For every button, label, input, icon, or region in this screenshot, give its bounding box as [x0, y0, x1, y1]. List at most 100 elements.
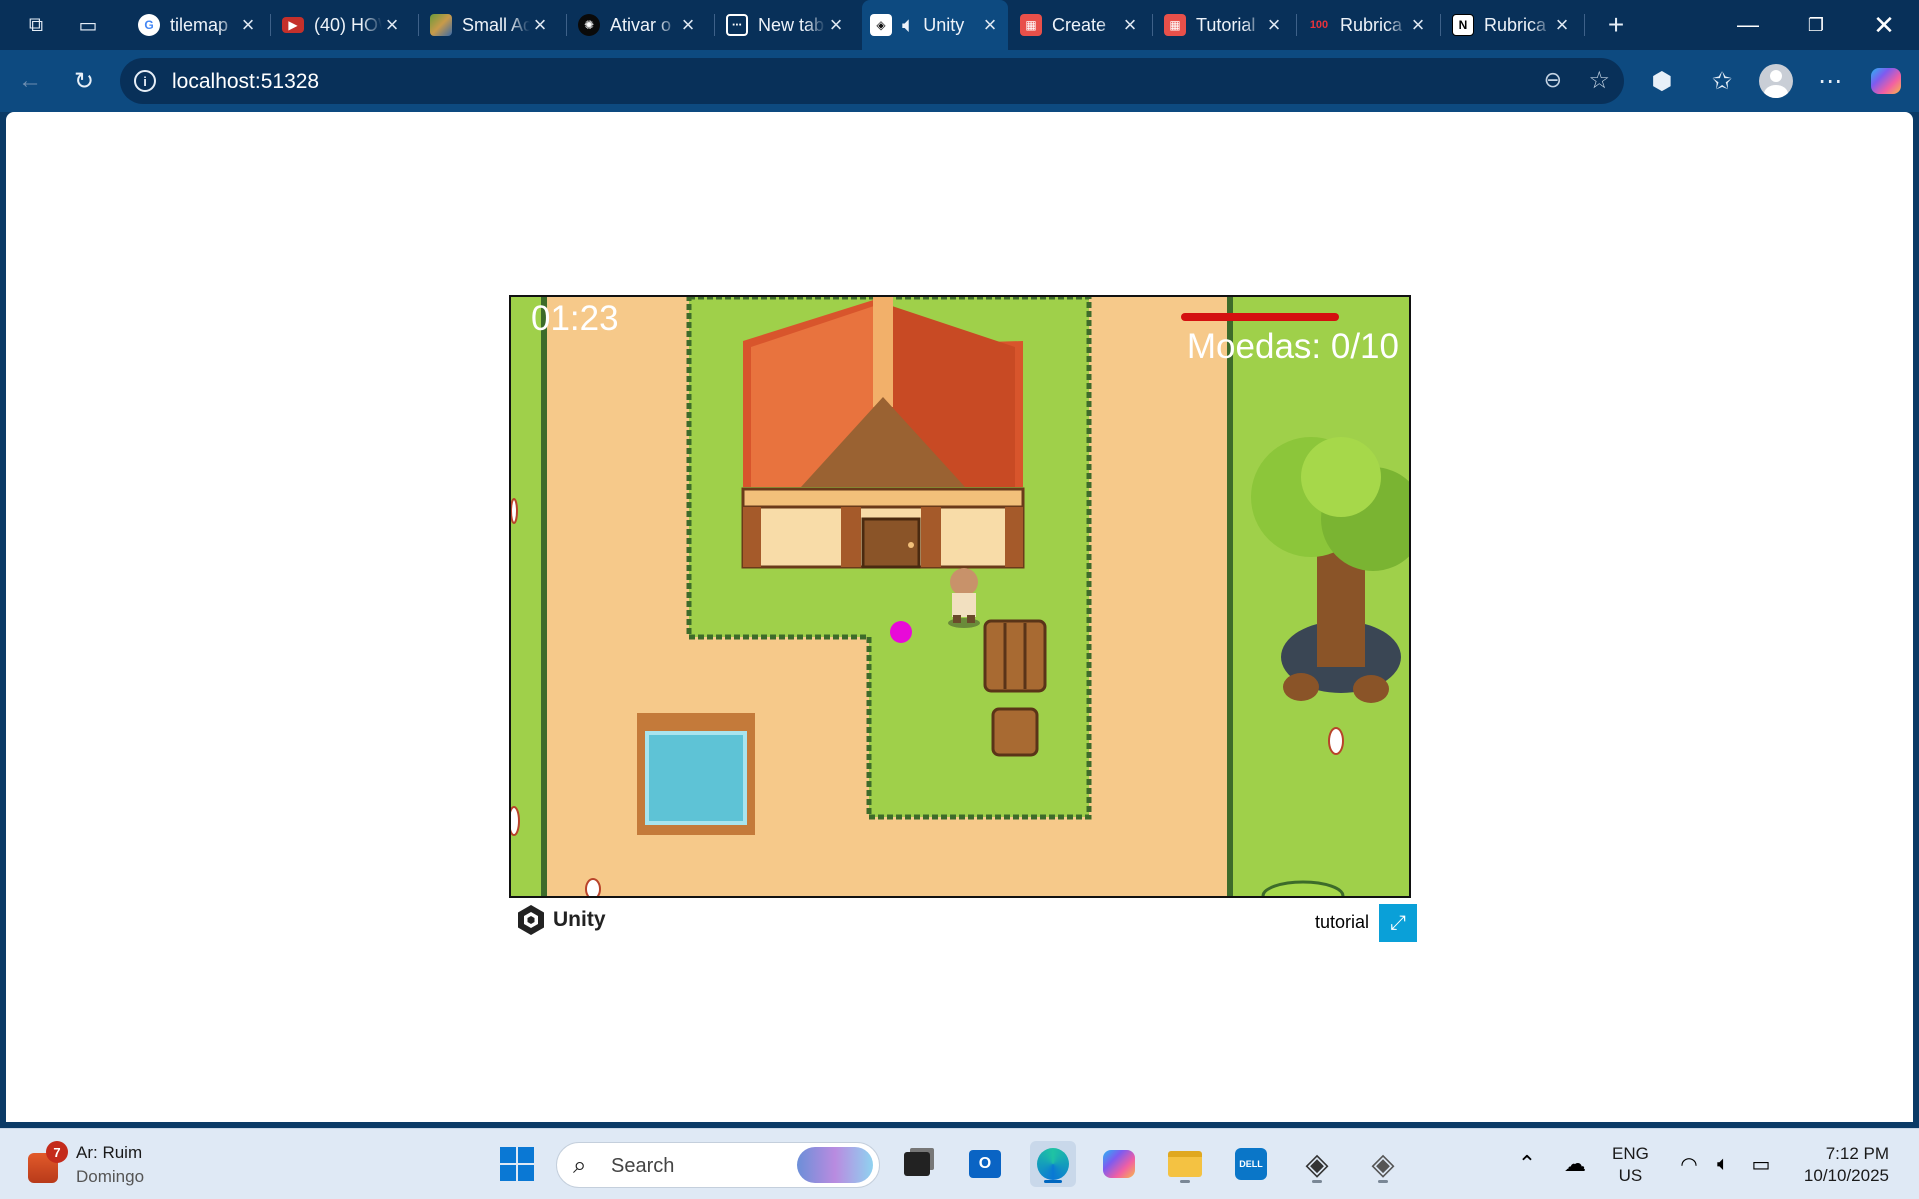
coin-counter: Moedas: 0/10 — [1186, 327, 1399, 366]
page-content: 01:23 Moedas: 0/10 Unity tutorial ⤢ — [6, 112, 1913, 1122]
close-icon[interactable]: × — [382, 12, 402, 38]
game-scene — [511, 297, 1409, 896]
tab-rubrica-1[interactable]: 100 Rubrica × — [1300, 6, 1436, 44]
tab-chatgpt[interactable]: ✺ Ativar o × — [570, 6, 706, 44]
build-title: tutorial — [1314, 912, 1369, 932]
unity-logo-icon — [518, 905, 544, 935]
input-language[interactable]: ENG US — [1612, 1143, 1649, 1187]
tab-new-tab[interactable]: ⋯ New tab × — [718, 6, 854, 44]
store-icon: ▦ — [1164, 14, 1186, 36]
outlook-icon[interactable]: O — [962, 1141, 1008, 1187]
close-window-icon[interactable]: ✕ — [1850, 0, 1918, 50]
tab-title: Create — [1052, 14, 1107, 35]
unity-editor-icon[interactable]: ◈ — [1360, 1141, 1406, 1187]
unity-footer: Unity tutorial ⤢ — [509, 902, 1417, 942]
restore-icon[interactable]: ❐ — [1782, 0, 1850, 50]
new-tab-plus-icon[interactable]: + — [1598, 8, 1634, 42]
tab-small-adventure[interactable]: Small Adventure × — [422, 6, 558, 44]
vertical-tabs-icon[interactable]: ▭ — [70, 8, 106, 42]
fullscreen-button[interactable]: ⤢ — [1379, 904, 1417, 942]
clock-time: 7:12 PM — [1825, 1144, 1889, 1163]
tab-title: Small Adventure — [462, 14, 530, 35]
more-options-icon[interactable]: ⋯ — [1810, 61, 1850, 101]
close-icon[interactable]: × — [1120, 12, 1140, 38]
close-icon[interactable]: × — [826, 12, 846, 38]
search-placeholder: Search — [611, 1155, 675, 1177]
tab-title: New tab — [758, 14, 825, 35]
stump — [991, 707, 1039, 757]
navigation-bar: ← ↻ i localhost:51328 ⊖ ☆ ⬢ ✩ ⋯ — [0, 50, 1919, 112]
pond — [645, 731, 747, 825]
minimize-icon[interactable]: — — [1714, 0, 1782, 50]
close-icon[interactable]: × — [530, 12, 550, 38]
tab-youtube[interactable]: ▶ (40) HOW × — [274, 6, 410, 44]
tab-rubrica-2[interactable]: N Rubrica × — [1444, 6, 1580, 44]
speaker-icon[interactable]: 🔈︎ — [902, 12, 915, 38]
system-clock[interactable]: 7:12 PM 10/10/2025 — [1804, 1143, 1889, 1187]
game-timer: 01:23 — [531, 299, 619, 338]
new-tab-icon: ⋯ — [726, 14, 748, 36]
extensions-icon[interactable]: ⬢ — [1642, 61, 1682, 101]
log-pile — [983, 619, 1047, 693]
air-quality-icon: 7 — [28, 1141, 68, 1183]
show-hidden-icons-chevron-up-icon[interactable]: ⌃ — [1504, 1141, 1550, 1187]
health-bar — [1181, 313, 1339, 321]
dell-icon[interactable]: DELL — [1228, 1141, 1274, 1187]
hundred-icon: 100 — [1309, 19, 1329, 31]
tab-title: Rubrica — [1484, 14, 1547, 35]
zoom-icon[interactable]: ⊖ — [1544, 67, 1562, 93]
tab-bar: ⧉ ▭ G tilemap × ▶ (40) HOW × Small Adven… — [0, 0, 1919, 50]
close-icon[interactable]: × — [980, 12, 1000, 38]
address-text[interactable]: localhost:51328 — [172, 70, 319, 94]
tab-unity-active[interactable]: ◈ 🔈︎ Unity × — [862, 0, 1008, 50]
tab-create[interactable]: ▦ Create × — [1012, 6, 1148, 44]
copilot-icon[interactable] — [1866, 61, 1906, 101]
tab-title: Ativar o — [610, 14, 672, 35]
close-icon[interactable]: × — [238, 12, 258, 38]
game-canvas[interactable]: 01:23 Moedas: 0/10 — [509, 295, 1411, 898]
tab-title: (40) HOW — [314, 14, 382, 35]
notification-badge: 7 — [46, 1141, 68, 1163]
tab-tilemap[interactable]: G tilemap × — [130, 6, 266, 44]
close-icon[interactable]: × — [1408, 12, 1428, 38]
weather-subtitle: Domingo — [76, 1167, 145, 1186]
notion-icon: N — [1452, 14, 1474, 36]
close-icon[interactable]: × — [678, 12, 698, 38]
image-icon — [430, 14, 452, 36]
edge-icon[interactable] — [1030, 1141, 1076, 1187]
search-icon: ⌕ — [573, 1152, 587, 1179]
tab-tutorial[interactable]: ▦ Tutorial × — [1156, 6, 1292, 44]
site-info-icon[interactable]: i — [134, 70, 156, 92]
unity-logo-text: Unity — [553, 908, 606, 931]
clock-date: 10/10/2025 — [1803, 1166, 1889, 1185]
close-icon[interactable]: × — [1264, 12, 1284, 38]
unity-icon: ◈ — [870, 14, 892, 36]
file-explorer-icon[interactable] — [1162, 1141, 1208, 1187]
close-icon[interactable]: × — [1552, 12, 1572, 38]
refresh-icon[interactable]: ↻ — [64, 61, 104, 101]
tab-title: Rubrica — [1340, 14, 1403, 35]
favorite-star-icon[interactable]: ☆ — [1588, 66, 1610, 95]
openai-icon: ✺ — [578, 14, 600, 36]
profile-avatar[interactable] — [1756, 61, 1796, 101]
tab-title: Unity — [923, 14, 965, 35]
favorites-icon[interactable]: ✩ — [1702, 61, 1742, 101]
google-icon: G — [138, 14, 160, 36]
taskbar-search[interactable]: ⌕ Search — [556, 1142, 880, 1188]
start-button[interactable] — [494, 1141, 540, 1187]
task-view-icon[interactable] — [894, 1141, 940, 1187]
workspaces-icon[interactable]: ⧉ — [18, 8, 54, 42]
store-icon: ▦ — [1020, 14, 1042, 36]
weather-widget[interactable]: 7 Ar: Ruim Domingo — [28, 1141, 144, 1189]
taskbar: 7 Ar: Ruim Domingo ⌕ Search O DELL ◈ ◈ ⌃… — [0, 1128, 1919, 1199]
onedrive-cloud-icon[interactable]: ☁︎ — [1552, 1141, 1598, 1187]
windows-icon — [500, 1147, 534, 1181]
weather-title: Ar: Ruim — [76, 1143, 143, 1162]
copilot-app-icon[interactable] — [1096, 1141, 1142, 1187]
back-icon[interactable]: ← — [10, 61, 50, 101]
search-highlight-image — [797, 1147, 873, 1183]
address-bar[interactable]: i localhost:51328 ⊖ ☆ — [120, 58, 1624, 104]
unity-hub-icon[interactable]: ◈ — [1294, 1141, 1340, 1187]
battery-icon[interactable]: ▭ — [1738, 1141, 1784, 1187]
language-code: ENG — [1612, 1144, 1649, 1163]
